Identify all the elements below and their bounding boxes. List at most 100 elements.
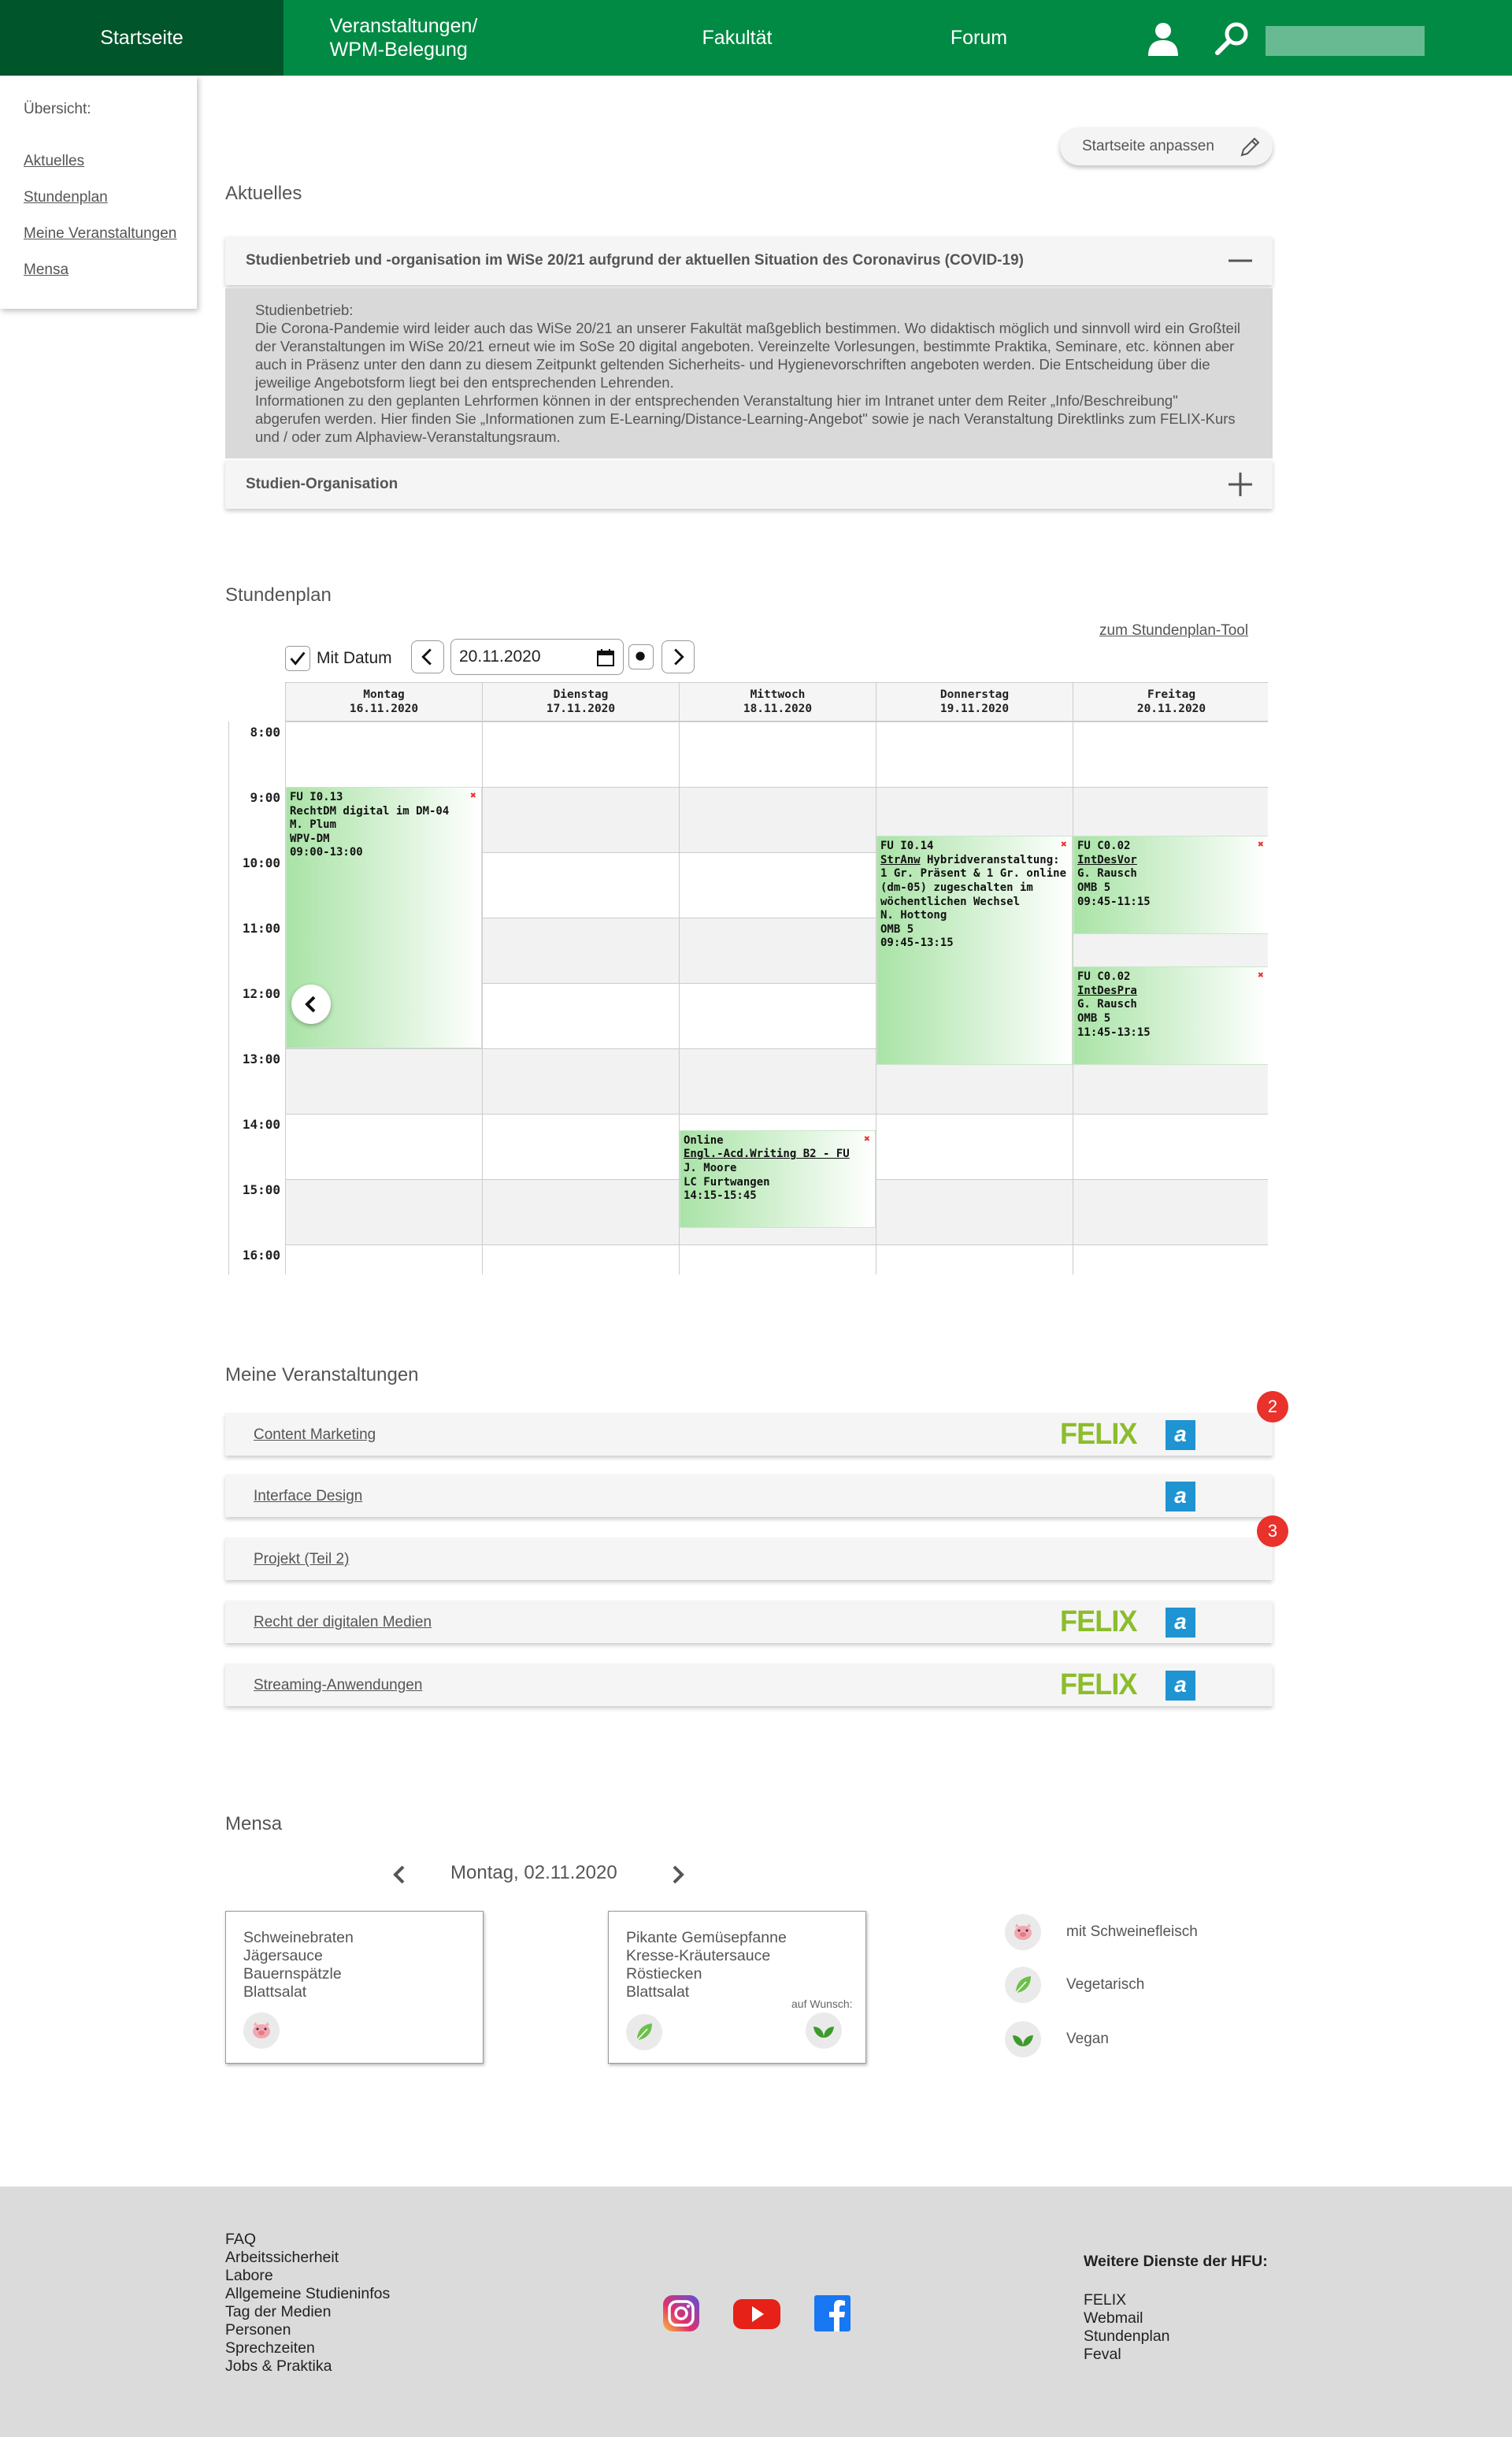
customize-startpage-label: Startseite anpassen <box>1082 138 1214 154</box>
timetable-tool-link[interactable]: zum Stundenplan-Tool <box>1099 622 1248 640</box>
alphaview-icon[interactable]: a <box>1166 1671 1195 1701</box>
timetable-scroll-left-button[interactable] <box>291 985 331 1024</box>
course-row[interactable]: Content Marketing FELIX a <box>225 1413 1273 1456</box>
felix-logo-link[interactable]: FELIX <box>1060 1668 1138 1702</box>
event-course-link[interactable]: StrAnw <box>880 854 921 866</box>
footer-services: Weitere Dienste der HFU: FELIX Webmail S… <box>1084 2253 1268 2364</box>
footer-link-arbeitssicherheit[interactable]: Arbeitssicherheit <box>225 2249 390 2267</box>
side-menu-item-aktuelles[interactable]: Aktuelles <box>24 153 84 170</box>
footer-link-jobs[interactable]: Jobs & Praktika <box>225 2357 390 2376</box>
footer-link-studieninfos[interactable]: Allgemeine Studieninfos <box>225 2285 390 2303</box>
event-course-link[interactable]: IntDesVor <box>1077 854 1137 866</box>
event-course-link[interactable]: Engl.-Acd.Writing B2 - FU <box>684 1148 850 1160</box>
meal-1-line-4: Blattsalat <box>243 1983 307 2001</box>
footer-service-felix[interactable]: FELIX <box>1084 2291 1268 2309</box>
side-menu-item-stundenplan[interactable]: Stundenplan <box>24 189 108 206</box>
nav-forum-label: Forum <box>950 26 1008 49</box>
footer-link-personen[interactable]: Personen <box>225 2321 390 2339</box>
event-line: G. Rausch <box>1077 867 1137 881</box>
footer-link-labore[interactable]: Labore <box>225 2267 390 2285</box>
footer-service-webmail[interactable]: Webmail <box>1084 2309 1268 2328</box>
notification-badge: 3 <box>1257 1515 1288 1547</box>
nav-events[interactable]: Veranstaltungen/WPM-Belegung <box>284 0 524 76</box>
legend-vegetarian-icon <box>1005 1967 1041 2003</box>
chevron-right-icon <box>674 648 684 666</box>
nav-faculty[interactable]: Fakultät <box>658 0 816 76</box>
remove-event-icon[interactable]: ✖ <box>1061 838 1067 852</box>
news-item-corona-header[interactable]: Studienbetrieb und -organisation im WiSe… <box>225 236 1273 285</box>
timetable-event[interactable]: ✖ FU C0.02 IntDesPra G. Rausch OMB 5 11:45-13… <box>1073 966 1268 1065</box>
today-button[interactable] <box>628 644 654 670</box>
footer-link-tag-der-medien[interactable]: Tag der Medien <box>225 2303 390 2321</box>
side-menu-item-mensa[interactable]: Mensa <box>24 262 69 279</box>
side-menu-item-meine-veranstaltungen[interactable]: Meine Veranstaltungen <box>24 225 176 243</box>
remove-event-icon[interactable]: ✖ <box>470 789 476 803</box>
checkmark-icon <box>290 651 306 666</box>
instagram-icon[interactable] <box>662 2294 701 2333</box>
news-item-organisation-header[interactable]: Studien-Organisation <box>225 460 1273 509</box>
felix-logo-link[interactable]: FELIX <box>1060 1605 1138 1639</box>
event-line: N. Hottong <box>880 909 947 922</box>
mensa-section-title: Mensa <box>225 1813 283 1834</box>
youtube-icon[interactable] <box>732 2294 781 2333</box>
footer-link-faq[interactable]: FAQ <box>225 2231 390 2249</box>
news-body-paragraph-1: Die Corona-Pandemie wird leider auch das… <box>255 320 1241 391</box>
nav-forum[interactable]: Forum <box>900 0 1058 76</box>
side-menu: Übersicht: Aktuelles Stundenplan Meine V… <box>0 76 197 309</box>
calendar-icon[interactable] <box>596 648 615 667</box>
mensa-prev-day-icon[interactable] <box>384 1859 416 1890</box>
timetable-event[interactable]: ✖ Online Engl.-Acd.Writing B2 - FU J. Moore… <box>680 1129 876 1229</box>
alphaview-icon[interactable]: a <box>1166 1608 1195 1638</box>
alphaview-icon[interactable]: a <box>1166 1482 1195 1512</box>
course-row[interactable]: Projekt (Teil 2) <box>225 1537 1273 1580</box>
course-name-link[interactable]: Streaming-Anwendungen <box>254 1677 422 1694</box>
footer-link-sprechzeiten[interactable]: Sprechzeiten <box>225 2339 390 2357</box>
facebook-icon[interactable] <box>813 2294 852 2333</box>
search-icon[interactable] <box>1213 19 1252 58</box>
date-input[interactable]: 20.11.2020 <box>450 639 624 675</box>
expand-plus-icon[interactable] <box>1227 471 1254 498</box>
remove-event-icon[interactable]: ✖ <box>864 1133 870 1147</box>
alphaview-icon[interactable]: a <box>1166 1420 1195 1450</box>
notification-badge: 2 <box>1257 1391 1288 1423</box>
side-menu-heading: Übersicht: <box>24 101 91 117</box>
event-line: 14:15-15:45 <box>684 1189 757 1203</box>
course-name-link[interactable]: Projekt (Teil 2) <box>254 1551 349 1568</box>
event-course-link[interactable]: IntDesPra <box>1077 985 1137 997</box>
remove-event-icon[interactable]: ✖ <box>1258 838 1264 852</box>
user-icon[interactable] <box>1143 19 1183 58</box>
day-header: Dienstag 17.11.2020 <box>482 682 680 721</box>
chevron-left-icon <box>421 648 432 666</box>
day-name: Dienstag <box>553 688 609 701</box>
timetable-section-title: Stundenplan <box>225 584 332 606</box>
search-input[interactable] <box>1266 26 1425 56</box>
timetable-event[interactable]: ✖ FU C0.02 IntDesVor G. Rausch OMB 5 09:45-11… <box>1073 836 1268 934</box>
day-header: Montag 16.11.2020 <box>285 682 483 721</box>
course-name-link[interactable]: Content Marketing <box>254 1426 376 1444</box>
event-line: (dm-05) zugeschalten im <box>880 881 1033 895</box>
remove-event-icon[interactable]: ✖ <box>1258 969 1264 983</box>
course-name-link[interactable]: Interface Design <box>254 1488 362 1505</box>
with-date-label: Mit Datum <box>317 649 392 667</box>
next-week-button[interactable] <box>662 640 695 673</box>
mensa-next-day-icon[interactable] <box>662 1859 693 1890</box>
course-name-link[interactable]: Recht der digitalen Medien <box>254 1614 432 1631</box>
course-row[interactable]: Recht der digitalen Medien FELIX a <box>225 1601 1273 1643</box>
grid-line <box>228 721 229 1274</box>
news-item-corona-body: Studienbetrieb: Die Corona-Pandemie wird… <box>225 288 1273 458</box>
footer-service-feval[interactable]: Feval <box>1084 2346 1268 2364</box>
timetable-event[interactable]: ✖ FU I0.14 StrAnw Hybridveranstaltung: 1 Gr… <box>876 836 1073 1065</box>
course-row[interactable]: Interface Design a <box>225 1474 1273 1517</box>
collapse-minus-icon[interactable] <box>1227 247 1254 274</box>
customize-startpage-button[interactable]: Startseite anpassen <box>1060 128 1273 165</box>
prev-week-button[interactable] <box>411 640 444 673</box>
felix-logo-link[interactable]: FELIX <box>1060 1418 1138 1452</box>
footer-service-stundenplan[interactable]: Stundenplan <box>1084 2328 1268 2346</box>
on-request-label: auf Wunsch: <box>791 1997 853 2010</box>
event-line: 11:45-13:15 <box>1077 1026 1151 1039</box>
course-row[interactable]: Streaming-Anwendungen FELIX a <box>225 1664 1273 1706</box>
with-date-checkbox[interactable] <box>285 646 310 671</box>
vegan-leaves-icon <box>806 2012 842 2049</box>
nav-home[interactable]: Startseite <box>0 0 284 76</box>
meal-1-line-1: Schweinebraten <box>243 1929 354 1946</box>
